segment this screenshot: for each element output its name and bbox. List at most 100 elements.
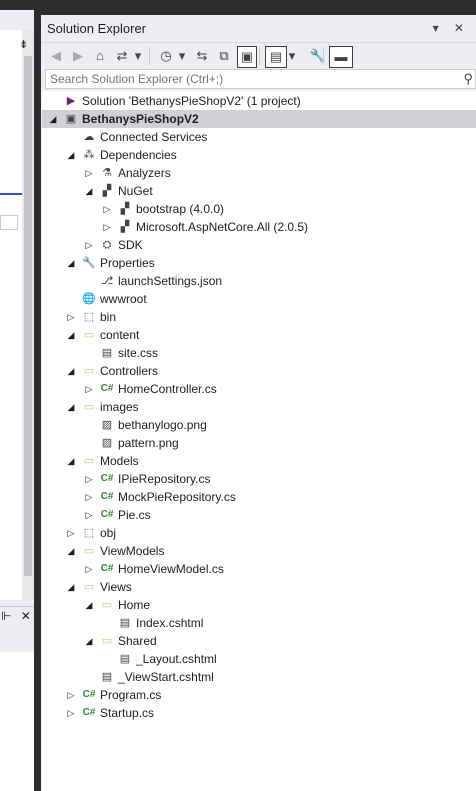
toolbar-separator — [323, 47, 324, 65]
tree-node[interactable]: ▷ C# Program.cs — [42, 686, 476, 704]
expand-arrow-icon[interactable]: ▷ — [84, 236, 94, 254]
tree-node[interactable]: 🌐 wwwroot — [42, 290, 476, 308]
left-editor-area[interactable] — [0, 30, 23, 600]
collapse-arrow-icon[interactable]: ◢ — [48, 110, 58, 128]
tree-node-label: bootstrap (4.0.0) — [136, 202, 225, 216]
tree-node[interactable]: ▤ _ViewStart.cshtml — [42, 668, 476, 686]
tree-node[interactable]: ▷ ▞ Microsoft.AspNetCore.All (2.0.5) — [42, 218, 476, 236]
expand-arrow-icon[interactable]: ▷ — [84, 164, 94, 182]
collapse-all-button[interactable]: ⧉ — [215, 46, 233, 66]
expand-arrow-icon[interactable]: ▷ — [84, 380, 94, 398]
collapse-arrow-icon[interactable]: ◢ — [84, 596, 94, 614]
tree-node[interactable]: ▨ bethanylogo.png — [42, 416, 476, 434]
tree-node[interactable]: ◢ ▭ Views — [42, 578, 476, 596]
search-icon[interactable]: ⚲ — [463, 71, 473, 87]
pending-changes-dropdown[interactable]: ▾ — [177, 46, 187, 66]
folder-icon: ▭ — [83, 581, 95, 593]
tree-node[interactable]: ▤ site.css — [42, 344, 476, 362]
tree-node[interactable]: ▷ C# IPieRepository.cs — [42, 470, 476, 488]
project-icon: ▣ — [65, 113, 77, 125]
collapse-arrow-icon[interactable]: ◢ — [84, 632, 94, 650]
expand-arrow-icon[interactable]: ▷ — [84, 470, 94, 488]
tree-node[interactable]: ▷ ▞ bootstrap (4.0.0) — [42, 200, 476, 218]
item-icon: ⬚ — [83, 311, 95, 323]
expand-arrow-icon[interactable]: ▷ — [84, 560, 94, 578]
left-scrollbar-thumb[interactable] — [24, 56, 32, 576]
tree-node[interactable]: ▷ C# Startup.cs — [42, 704, 476, 722]
show-all-files-button[interactable]: ▣ — [237, 46, 257, 68]
tree-node-label: pattern.png — [118, 436, 179, 450]
tree-node[interactable]: ▷ C# HomeController.cs — [42, 380, 476, 398]
tree-node[interactable]: ▷ ⬚ obj — [42, 524, 476, 542]
expand-arrow-icon[interactable]: ▷ — [102, 200, 112, 218]
collapse-arrow-icon[interactable]: ◢ — [66, 542, 76, 560]
bottom-pane-pin-close-icons[interactable]: ⊩ ✕ — [1, 609, 34, 623]
switch-views-dropdown[interactable]: ▾ — [133, 46, 143, 66]
forward-button[interactable]: ▶ — [69, 46, 87, 66]
tree-node[interactable]: ▷ C# MockPieRepository.cs — [42, 488, 476, 506]
properties-button[interactable]: 🔧 — [309, 46, 327, 66]
collapse-arrow-icon[interactable]: ◢ — [66, 326, 76, 344]
search-input[interactable] — [46, 70, 454, 88]
search-box[interactable]: ⚲ — [45, 69, 476, 89]
tree-node[interactable]: ☁ Connected Services — [42, 128, 476, 146]
pin-button[interactable]: ▬ — [329, 46, 353, 68]
item-icon: ⎇ — [100, 275, 114, 287]
item-icon: 🌐 — [82, 293, 96, 305]
panel-title: Solution Explorer — [47, 21, 146, 36]
left-pin-icon[interactable]: ⇟ — [19, 38, 33, 52]
tree-node[interactable]: ◢ ▣ BethanysPieShopV2 — [42, 110, 476, 128]
toolbar-separator — [259, 47, 260, 65]
tree-node[interactable]: ◢ 🔧 Properties — [42, 254, 476, 272]
tree-node-label: bin — [100, 310, 117, 324]
back-button[interactable]: ◀ — [47, 46, 65, 66]
tree-node-label: Solution 'BethanysPieShopV2' (1 project) — [82, 94, 301, 108]
sync-button[interactable]: ⇆ — [193, 46, 211, 66]
tree-node[interactable]: ▶ Solution 'BethanysPieShopV2' (1 project… — [42, 92, 476, 110]
collapse-arrow-icon[interactable]: ◢ — [66, 398, 76, 416]
panel-window-buttons[interactable]: ▾ ✕ — [433, 21, 470, 35]
solution-icon: ▶ — [66, 95, 76, 107]
tree-node[interactable]: ▷ C# Pie.cs — [42, 506, 476, 524]
tree-node-label: content — [100, 328, 140, 342]
expand-arrow-icon[interactable]: ▷ — [66, 524, 76, 542]
tree-node[interactable]: ◢ ▭ Shared — [42, 632, 476, 650]
item-icon: ▨ — [101, 419, 113, 431]
tree-node[interactable]: ◢ ▭ Home — [42, 596, 476, 614]
tree-node[interactable]: ▷ ⛭ SDK — [42, 236, 476, 254]
tree-node[interactable]: ▷ ⬚ bin — [42, 308, 476, 326]
pending-changes-button[interactable]: ◷ — [157, 46, 175, 66]
tree-node[interactable]: ◢ ▭ ViewModels — [42, 542, 476, 560]
expand-arrow-icon[interactable]: ▷ — [84, 506, 94, 524]
collapse-arrow-icon[interactable]: ◢ — [84, 182, 94, 200]
collapse-arrow-icon[interactable]: ◢ — [66, 146, 76, 164]
expand-arrow-icon[interactable]: ▷ — [66, 308, 76, 326]
tree-node[interactable]: ▷ C# HomeViewModel.cs — [42, 560, 476, 578]
tree-node[interactable]: ◢ ▭ Controllers — [42, 362, 476, 380]
folder-icon: ▭ — [101, 635, 113, 647]
preview-dropdown[interactable]: ▾ — [287, 46, 297, 66]
tree-node[interactable]: ◢ ⁂ Dependencies — [42, 146, 476, 164]
tree-node[interactable]: ⎇ launchSettings.json — [42, 272, 476, 290]
collapse-arrow-icon[interactable]: ◢ — [66, 452, 76, 470]
tree-node[interactable]: ▤ _Layout.cshtml — [42, 650, 476, 668]
tree-node-label: Home — [118, 598, 151, 612]
home-button[interactable]: ⌂ — [91, 46, 109, 66]
tree-node[interactable]: ◢ ▭ images — [42, 398, 476, 416]
preview-button[interactable]: ▤ — [265, 46, 287, 68]
collapse-arrow-icon[interactable]: ◢ — [66, 254, 76, 272]
tree-node[interactable]: ◢ ▞ NuGet — [42, 182, 476, 200]
tree-node-label: wwwroot — [100, 292, 147, 306]
expand-arrow-icon[interactable]: ▷ — [66, 686, 76, 704]
expand-arrow-icon[interactable]: ▷ — [66, 704, 76, 722]
expand-arrow-icon[interactable]: ▷ — [84, 488, 94, 506]
collapse-arrow-icon[interactable]: ◢ — [66, 578, 76, 596]
tree-node[interactable]: ▤ Index.cshtml — [42, 614, 476, 632]
tree-node[interactable]: ▷ ⚗ Analyzers — [42, 164, 476, 182]
expand-arrow-icon[interactable]: ▷ — [102, 218, 112, 236]
switch-views-button[interactable]: ⇄ — [113, 46, 131, 66]
collapse-arrow-icon[interactable]: ◢ — [66, 362, 76, 380]
tree-node[interactable]: ▨ pattern.png — [42, 434, 476, 452]
tree-node[interactable]: ◢ ▭ content — [42, 326, 476, 344]
tree-node[interactable]: ◢ ▭ Models — [42, 452, 476, 470]
